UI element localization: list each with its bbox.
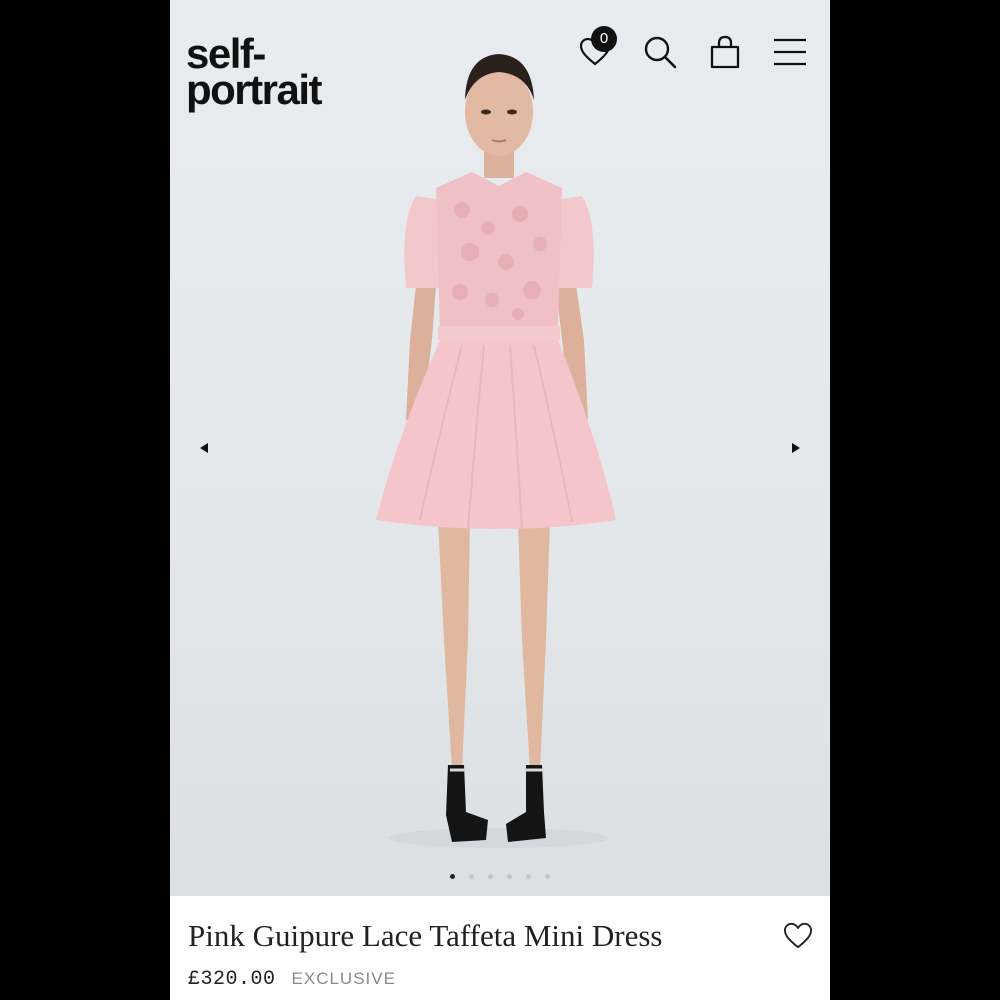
heart-outline-icon [784, 922, 812, 949]
carousel-dot[interactable] [469, 874, 474, 879]
add-to-wishlist-button[interactable] [780, 918, 816, 954]
carousel-prev-button[interactable] [192, 436, 216, 460]
wishlist-button[interactable]: 0 [571, 26, 619, 76]
menu-icon [774, 38, 806, 66]
shopping-bag-button[interactable] [701, 28, 749, 76]
carousel-dot[interactable] [507, 874, 512, 879]
product-page: self- portrait 0 Pink Guipure Lace Taffe… [170, 0, 830, 1000]
header-actions: 0 [554, 26, 814, 76]
search-button[interactable] [636, 28, 684, 76]
caret-left-icon [200, 443, 208, 453]
product-price: £320.00 [188, 968, 276, 991]
carousel-dot[interactable] [526, 874, 531, 879]
wishlist-count-badge: 0 [591, 26, 617, 52]
product-info: Pink Guipure Lace Taffeta Mini Dress £32… [170, 896, 830, 1000]
carousel-next-button[interactable] [784, 436, 808, 460]
search-icon [644, 36, 677, 69]
carousel-dot[interactable] [488, 874, 493, 879]
product-title: Pink Guipure Lace Taffeta Mini Dress [188, 918, 663, 953]
logo-line-2: portrait [186, 66, 323, 113]
product-photo [376, 54, 616, 848]
caret-right-icon [792, 443, 800, 453]
carousel-dot[interactable] [545, 874, 550, 879]
carousel-dot[interactable] [450, 874, 455, 879]
carousel-pagination [170, 874, 830, 879]
exclusive-tag: EXCLUSIVE [291, 969, 396, 988]
price-row: £320.00 EXCLUSIVE [188, 968, 396, 991]
product-image-carousel[interactable]: self- portrait 0 [170, 0, 830, 896]
shopping-bag-icon [710, 35, 740, 69]
menu-button[interactable] [766, 28, 814, 76]
brand-logo[interactable]: self- portrait [186, 33, 323, 113]
